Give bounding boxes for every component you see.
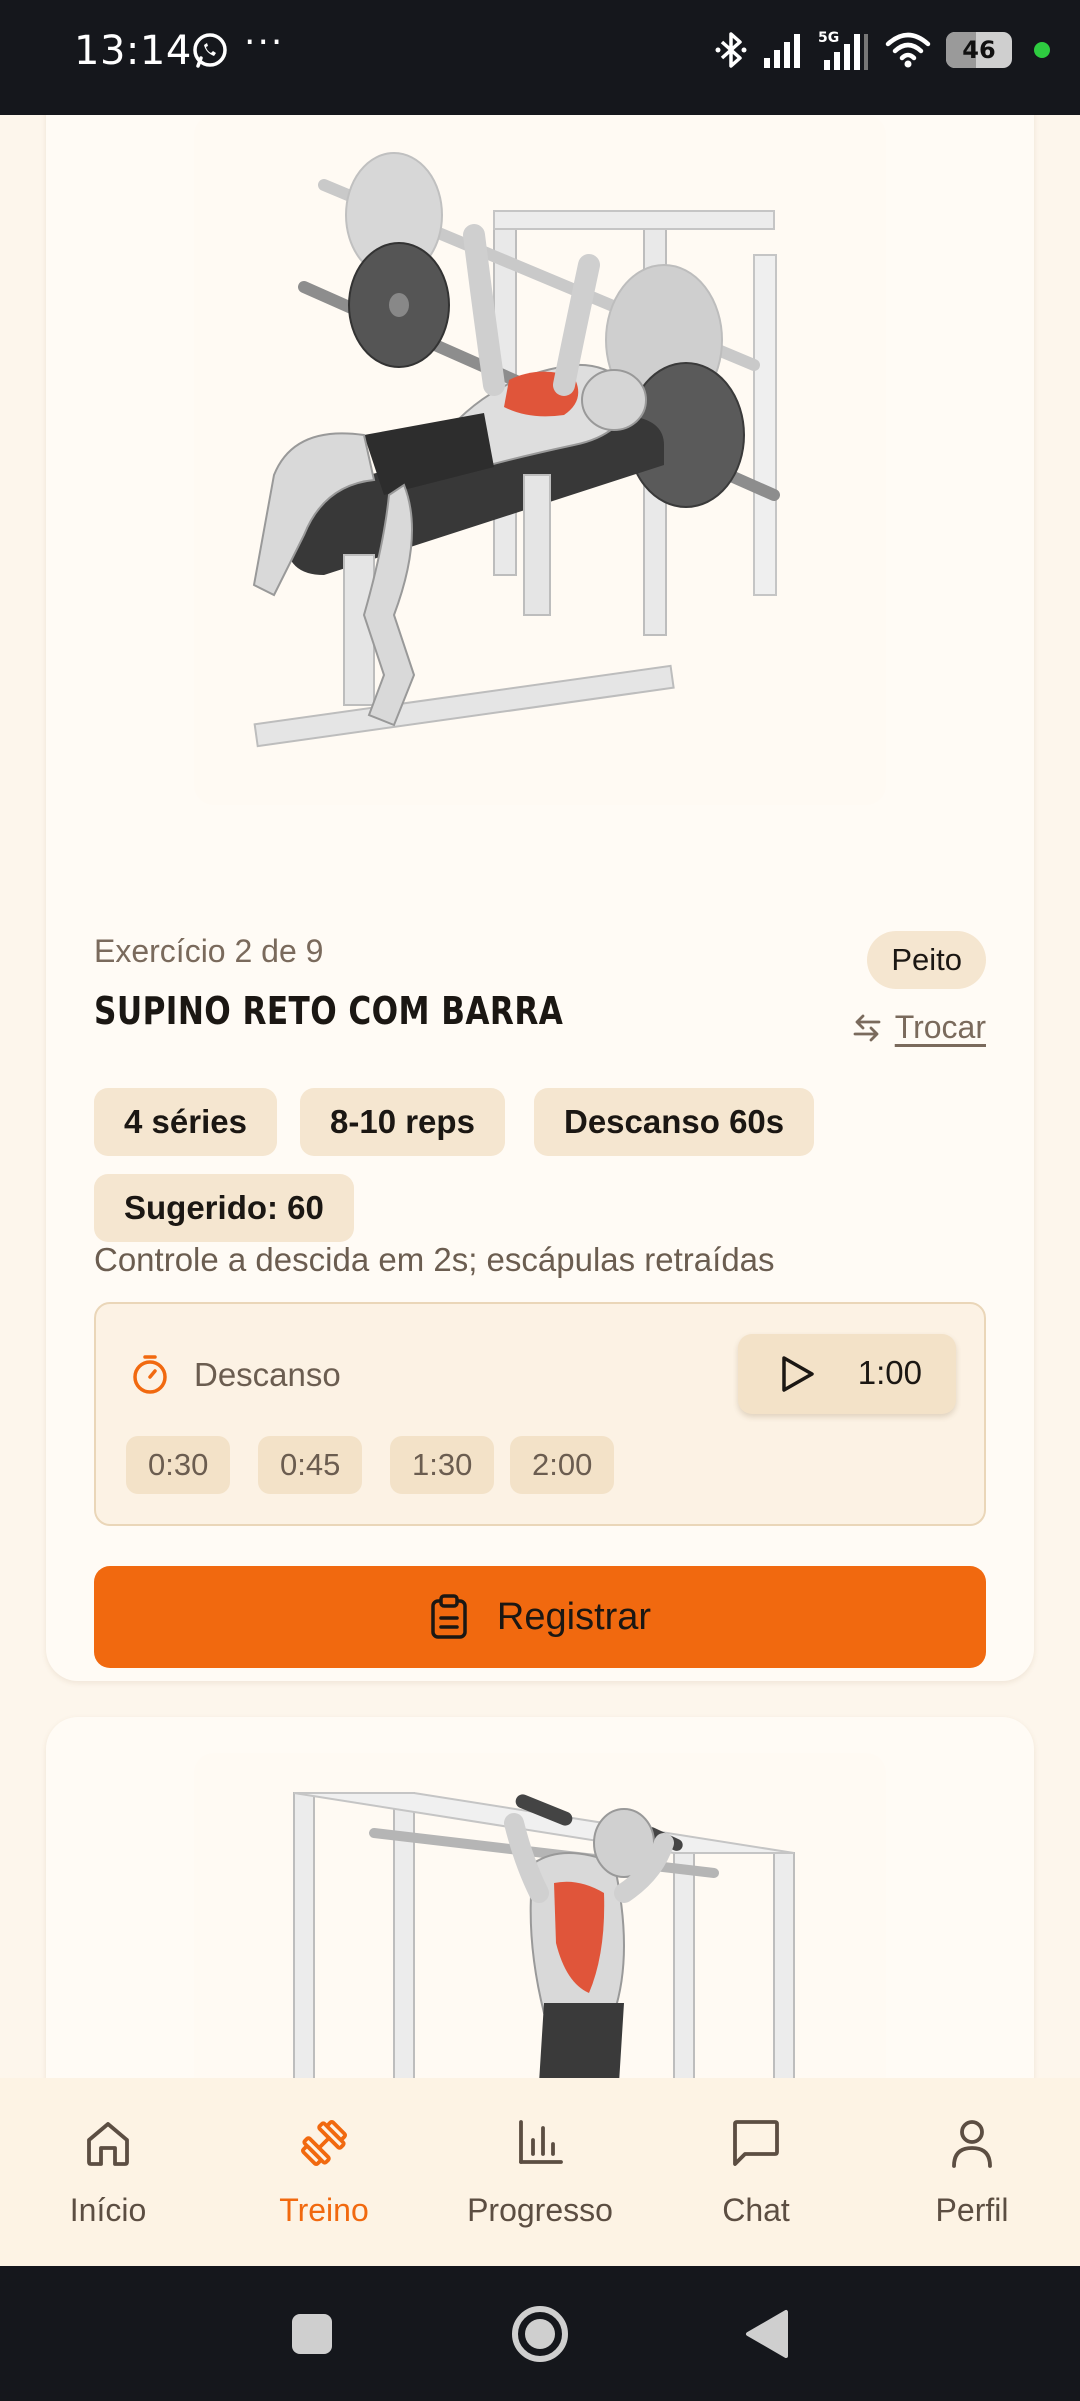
rest-preset-button[interactable]: 0:30 (126, 1436, 231, 1494)
system-navigation-bar (0, 2266, 1080, 2401)
nav-label: Início (69, 2192, 147, 2228)
battery-icon: 46 (946, 32, 1012, 68)
privacy-indicator-dot (1034, 42, 1050, 58)
whatsapp-icon (193, 33, 227, 68)
nav-item-progresso[interactable]: Progresso (440, 2116, 640, 2229)
workout-scroll-area[interactable]: Exercício 2 de 9 SUPINO RETO COM BARRA P… (0, 115, 1080, 2078)
timer-icon (133, 1355, 167, 1394)
nav-item-inicio[interactable]: Início (8, 2116, 208, 2229)
reps-chip: 8-10 reps (300, 1088, 505, 1156)
swap-arrows-icon (853, 1014, 881, 1041)
home-icon (87, 2122, 129, 2166)
rest-label: Descanso (194, 1356, 341, 1393)
rest-timer-value: 1:00 (857, 1354, 922, 1391)
rest-preset-button[interactable]: 0:45 (258, 1436, 363, 1494)
swap-label: Trocar (894, 1009, 986, 1045)
nav-item-treino[interactable]: Treino (224, 2116, 424, 2229)
bluetooth-icon (715, 32, 747, 68)
suggested-weight-chip: Sugerido: 60 (94, 1174, 354, 1242)
signal-icon (764, 34, 800, 68)
start-rest-timer-button[interactable]: 1:00 (738, 1334, 956, 1414)
nav-label: Treino (279, 2192, 369, 2228)
clipboard-icon (431, 1594, 467, 1639)
nav-label: Progresso (467, 2192, 613, 2228)
bench-press-illustration (194, 115, 886, 805)
nav-label: Perfil (935, 2192, 1009, 2228)
chat-icon (733, 2120, 779, 2166)
exercise-card: Exercício 2 de 9 SUPINO RETO COM BARRA P… (46, 115, 1034, 1681)
rest-timer-panel: Descanso 1:00 0:30 0:45 1:30 2:00 (94, 1302, 986, 1526)
wifi-icon (885, 32, 931, 68)
sets-chip: 4 séries (94, 1088, 277, 1156)
rest-chip: Descanso 60s (534, 1088, 815, 1156)
dumbbell-icon (301, 2120, 347, 2166)
muscle-group-badge: Peito (867, 931, 986, 989)
status-time: 13:14 (74, 28, 192, 74)
nav-label: Chat (722, 2192, 790, 2228)
bottom-navigation: Início Treino Progresso Chat Perfil (0, 2078, 1080, 2266)
play-icon (782, 1356, 814, 1392)
rest-preset-button[interactable]: 2:00 (510, 1436, 615, 1494)
exercise-counter: Exercício 2 de 9 (94, 933, 324, 969)
svg-text:5G: 5G (818, 30, 839, 46)
status-bar: 13:14 ··· 5G 46 (0, 0, 1080, 115)
home-button-icon[interactable] (508, 2302, 572, 2366)
back-icon[interactable] (736, 2302, 800, 2366)
app-screen: { "status_bar": { "time": "13:14", "batt… (0, 0, 1080, 2401)
swap-exercise-button[interactable]: Trocar (851, 1009, 986, 1046)
next-exercise-card (46, 1717, 1034, 2078)
exercise-note: Controle a descida em 2s; escápulas retr… (94, 1241, 775, 1278)
bar-chart-icon (519, 2120, 563, 2164)
recents-icon[interactable] (280, 2302, 344, 2366)
pull-up-illustration (194, 1753, 886, 2078)
5g-signal-icon: 5G (818, 30, 868, 70)
nav-item-chat[interactable]: Chat (656, 2116, 856, 2229)
register-label: Registrar (496, 1595, 652, 1638)
nav-item-perfil[interactable]: Perfil (872, 2116, 1072, 2229)
rest-preset-button[interactable]: 1:30 (390, 1436, 495, 1494)
battery-level: 46 (962, 36, 996, 64)
user-icon (952, 2120, 992, 2168)
exercise-title: SUPINO RETO COM BARRA (94, 989, 564, 1033)
register-set-button[interactable]: Registrar (94, 1566, 986, 1668)
more-icon: ··· (244, 22, 285, 63)
